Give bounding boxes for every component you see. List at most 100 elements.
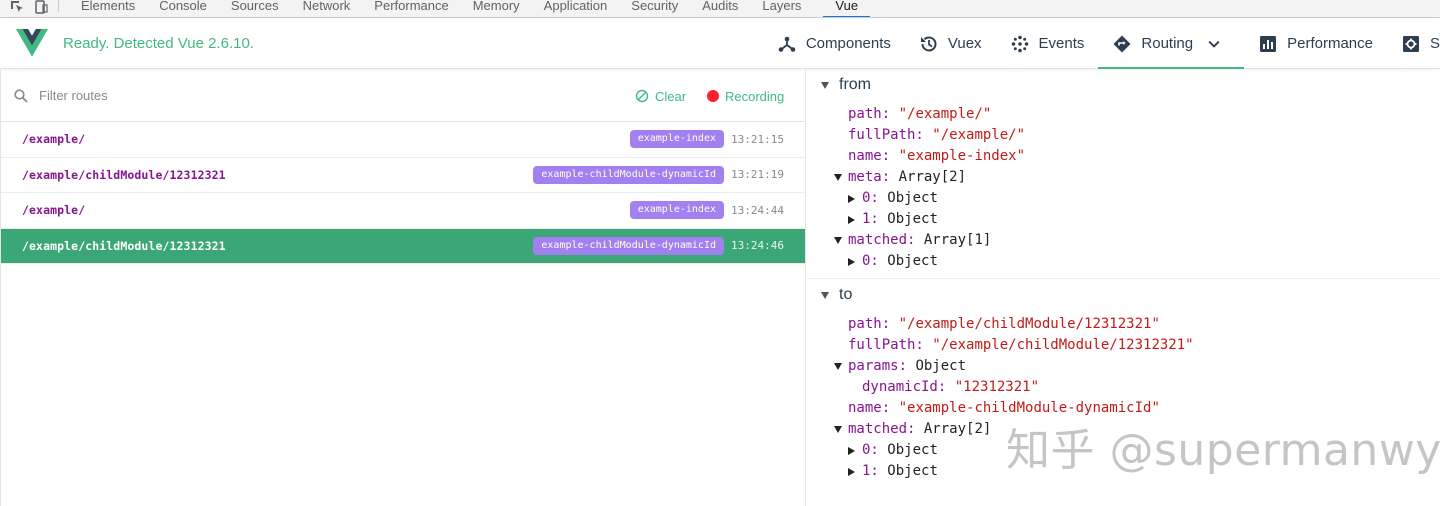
watermark: 知乎 @supermanwy (1006, 425, 1440, 476)
prop-value: Array[2] (923, 421, 992, 437)
filter-bar: Clear Recording (1, 70, 805, 122)
route-name-badge: example-index (629, 130, 724, 149)
from-path-line: path: "/example/" (848, 104, 991, 125)
route-name-badge: example-childModule-dynamicId (533, 236, 724, 255)
nav-components[interactable]: Components (763, 18, 905, 69)
devtools-tab-layers[interactable]: Layers (750, 0, 813, 17)
nav-components-label: Components (805, 35, 891, 52)
collapse-triangle-icon (848, 215, 855, 224)
route-row[interactable]: /example/ example-index 13:21:15 (1, 122, 805, 158)
from-section-toggle[interactable]: from (821, 76, 871, 94)
prop-key: 1: (862, 211, 879, 227)
clear-button[interactable]: Clear (635, 70, 686, 122)
prop-key: path: (848, 106, 891, 122)
route-path: /example/childModule/12312321 (22, 167, 226, 182)
nav-vuex-label: Vuex (947, 35, 982, 52)
devtools-tab-memory[interactable]: Memory (461, 0, 532, 17)
prop-value: Object (915, 358, 967, 374)
search-icon (14, 88, 28, 103)
devtools-tab-security[interactable]: Security (619, 0, 690, 17)
nav-vuex[interactable]: Vuex (905, 18, 996, 69)
main-nav: Components Vuex Events Routing Performan… (763, 18, 1440, 69)
prop-key: matched: (848, 232, 916, 248)
from-meta-0-line[interactable]: 0: Object (848, 188, 938, 209)
to-section-toggle[interactable]: to (821, 286, 852, 304)
prop-value: "/example/" (932, 127, 1026, 143)
from-name-line: name: "example-index" (848, 146, 1025, 167)
components-icon (778, 36, 796, 52)
collapse-triangle-icon (848, 467, 855, 476)
settings-icon (1402, 35, 1419, 52)
prop-value: "example-index" (898, 148, 1026, 164)
expand-triangle-icon (821, 81, 829, 89)
to-matched-line[interactable]: matched: Array[2] (834, 419, 991, 440)
prop-value: Array[1] (923, 232, 992, 248)
from-matched-0-line[interactable]: 0: Object (848, 251, 938, 272)
to-matched-1-line[interactable]: 1: Object (848, 461, 938, 482)
devtools-tab-application[interactable]: Application (532, 0, 620, 17)
route-name-badge: example-childModule-dynamicId (533, 165, 724, 184)
inspect-element-icon[interactable] (10, 0, 24, 14)
prop-key: 0: (862, 253, 879, 269)
prop-value: Array[2] (898, 169, 967, 185)
route-row-selected[interactable]: /example/childModule/12312321 example-ch… (1, 228, 805, 264)
collapse-triangle-icon (848, 446, 855, 455)
prop-key: matched: (848, 421, 916, 437)
nav-events[interactable]: Events (996, 18, 1099, 69)
route-row[interactable]: /example/childModule/12312321 example-ch… (1, 158, 805, 193)
from-meta-line[interactable]: meta: Array[2] (834, 167, 966, 188)
to-path-line: path: "/example/childModule/12312321" (848, 314, 1160, 335)
expand-triangle-icon (834, 426, 842, 433)
prop-value: Object (887, 442, 938, 458)
nav-performance[interactable]: Performance (1244, 18, 1387, 69)
prop-key: name: (848, 400, 891, 416)
route-time: 13:24:44 (731, 203, 784, 217)
prop-key: meta: (848, 169, 891, 185)
devtools-tab-vue[interactable]: Vue (823, 0, 870, 17)
expand-triangle-icon (834, 174, 842, 181)
events-icon (1011, 35, 1028, 52)
devtools-tab-audits[interactable]: Audits (690, 0, 750, 17)
prop-value: "12312321" (954, 379, 1040, 395)
vue-status-text: Ready. Detected Vue 2.6.10. (63, 34, 254, 52)
nav-routing-label: Routing (1141, 35, 1194, 52)
devtools-tab-console[interactable]: Console (147, 0, 219, 17)
route-time: 13:21:19 (731, 168, 784, 182)
devtools-tab-network[interactable]: Network (291, 0, 363, 17)
clear-icon (635, 89, 649, 103)
to-matched-0-line[interactable]: 0: Object (848, 440, 938, 461)
expand-triangle-icon (834, 363, 842, 370)
nav-settings[interactable]: S (1387, 18, 1440, 69)
vue-devtools-header: Ready. Detected Vue 2.6.10. Components V… (0, 18, 1440, 69)
from-title: from (839, 76, 871, 93)
recording-label: Recording (725, 88, 785, 104)
from-matched-line[interactable]: matched: Array[1] (834, 230, 991, 251)
devtools-tab-sources[interactable]: Sources (219, 0, 291, 17)
prop-value: Object (887, 463, 938, 479)
prop-key: name: (848, 148, 891, 164)
from-meta-1-line[interactable]: 1: Object (848, 209, 938, 230)
nav-routing[interactable]: Routing (1098, 18, 1244, 69)
devtools-tab-performance[interactable]: Performance (362, 0, 460, 17)
section-divider (807, 278, 1440, 279)
devtools-tab-elements[interactable]: Elements (69, 0, 147, 17)
chevron-down-icon[interactable] (1206, 36, 1222, 52)
to-params-line[interactable]: params: Object (834, 356, 966, 377)
devtools-tab-bar: Elements Console Sources Network Perform… (0, 0, 1440, 18)
prop-value: "/example/" (898, 106, 992, 122)
prop-value: "/example/childModule/12312321" (898, 316, 1160, 332)
expand-triangle-icon (834, 237, 842, 244)
prop-value: Object (887, 211, 938, 227)
routing-icon (1113, 35, 1131, 52)
route-path: /example/childModule/12312321 (22, 238, 226, 253)
prop-key: 0: (862, 190, 879, 206)
route-row[interactable]: /example/ example-index 13:24:44 (1, 193, 805, 229)
recording-button[interactable]: Recording (707, 70, 784, 122)
device-toggle-icon[interactable] (34, 0, 48, 14)
prop-key: path: (848, 316, 891, 332)
filter-routes-input[interactable] (39, 88, 439, 103)
prop-key: dynamicId: (862, 379, 947, 395)
toolbar-separator (58, 0, 59, 12)
route-path: /example/ (22, 132, 86, 147)
expand-triangle-icon (821, 291, 829, 299)
